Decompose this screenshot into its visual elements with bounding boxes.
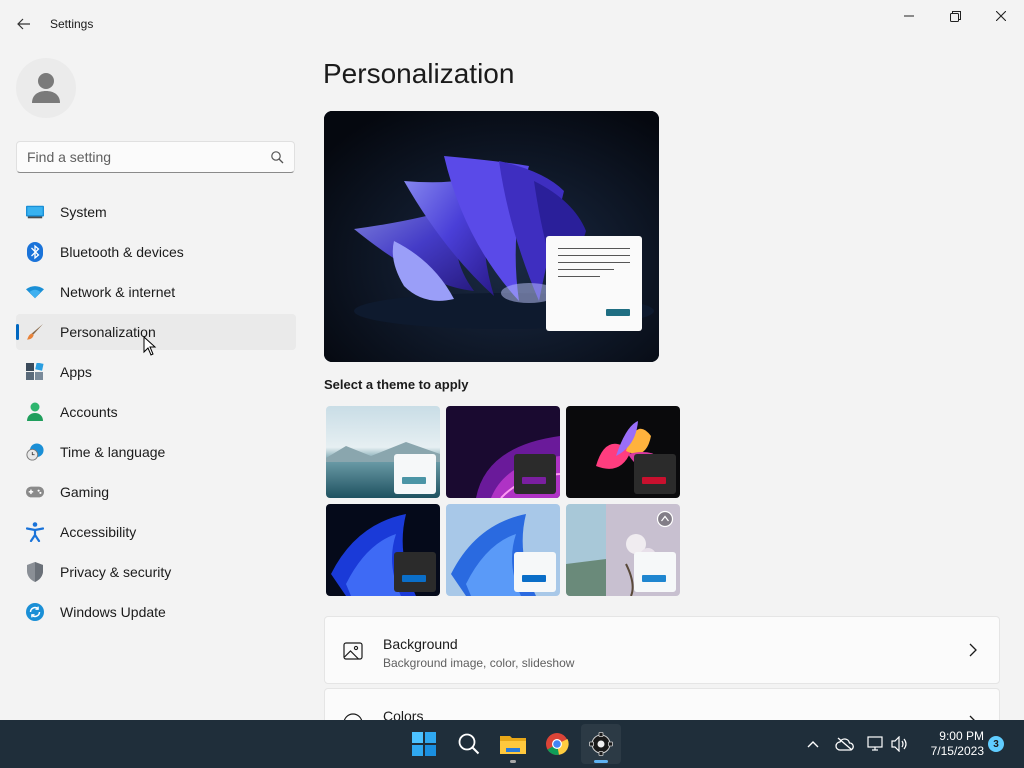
theme-tile-captured-motion[interactable]: [566, 406, 680, 498]
sidebar-nav: System Bluetooth & devices Network & int…: [16, 194, 296, 634]
back-arrow-icon: [17, 18, 30, 30]
sidebar-item-time-language[interactable]: Time & language: [16, 434, 296, 470]
theme-tile-glow-dark[interactable]: [446, 406, 560, 498]
network-tray[interactable]: [866, 734, 886, 754]
close-icon: [996, 11, 1006, 21]
sidebar-item-accounts[interactable]: Accounts: [16, 394, 296, 430]
clock-date: 7/15/2023: [930, 744, 984, 758]
bluetooth-icon: [26, 242, 44, 262]
preview-window-card: [546, 236, 642, 331]
sidebar-item-windows-update[interactable]: Windows Update: [16, 594, 296, 630]
notification-badge[interactable]: 3: [988, 736, 1004, 752]
theme-tile-glow[interactable]: [326, 406, 440, 498]
background-card[interactable]: Background Background image, color, slid…: [324, 616, 1000, 684]
taskbar-settings[interactable]: [581, 724, 621, 764]
network-icon: [867, 736, 883, 751]
sidebar-item-privacy[interactable]: Privacy & security: [16, 554, 296, 590]
clock[interactable]: 9:00 PM 7/15/2023: [914, 729, 984, 759]
chrome-icon: [546, 733, 569, 755]
restore-icon: [949, 10, 961, 22]
taskbar-file-explorer[interactable]: [493, 724, 533, 764]
close-button[interactable]: [978, 0, 1024, 32]
search-input[interactable]: [17, 142, 257, 172]
card-title: Background: [383, 636, 458, 652]
sidebar-item-label: System: [60, 204, 107, 220]
time-language-icon: [26, 443, 44, 461]
sidebar-item-label: Personalization: [60, 324, 156, 340]
onedrive-offline-icon: [835, 737, 854, 751]
theme-tile-spotlight[interactable]: [566, 504, 680, 596]
gamepad-icon: [26, 483, 44, 501]
accounts-icon: [26, 402, 44, 421]
clock-time: 9:00 PM: [939, 729, 984, 743]
theme-tile-windows-dark[interactable]: [326, 504, 440, 596]
mouse-cursor-icon: [143, 336, 157, 356]
sidebar-item-apps[interactable]: Apps: [16, 354, 296, 390]
sidebar-item-accessibility[interactable]: Accessibility: [16, 514, 296, 550]
taskbar: 9:00 PM 7/15/2023 3: [0, 720, 1024, 768]
theme-accent: [642, 575, 666, 582]
sidebar-item-label: Accounts: [60, 404, 118, 420]
sidebar-item-gaming[interactable]: Gaming: [16, 474, 296, 510]
file-explorer-icon: [500, 736, 526, 754]
windows-start-icon: [412, 732, 436, 756]
sidebar-item-label: Time & language: [60, 444, 166, 460]
image-icon: [343, 642, 363, 660]
chevron-up-icon: [807, 741, 819, 748]
themes-section-label: Select a theme to apply: [324, 377, 469, 392]
minimize-icon: [904, 15, 914, 17]
sidebar-item-label: Network & internet: [60, 284, 176, 300]
system-icon: [26, 203, 44, 221]
onedrive-tray[interactable]: [835, 734, 855, 754]
back-button[interactable]: [10, 10, 38, 38]
user-silhouette-icon: [32, 73, 60, 103]
show-hidden-icons-button[interactable]: [803, 734, 823, 754]
taskbar-chrome[interactable]: [537, 724, 577, 764]
theme-accent: [522, 477, 546, 484]
app-title: Settings: [50, 17, 94, 31]
sidebar-item-label: Windows Update: [60, 604, 166, 620]
sidebar-item-system[interactable]: System: [16, 194, 296, 230]
search-icon[interactable]: [270, 150, 284, 164]
start-button[interactable]: [404, 724, 444, 764]
search-icon: [458, 733, 480, 755]
restore-button[interactable]: [932, 0, 978, 32]
sidebar-item-label: Accessibility: [60, 524, 137, 540]
sidebar-item-bluetooth[interactable]: Bluetooth & devices: [16, 234, 296, 270]
accessibility-icon: [26, 522, 44, 542]
sidebar-item-network[interactable]: Network & internet: [16, 274, 296, 310]
theme-accent: [522, 575, 546, 582]
theme-accent: [402, 477, 426, 484]
theme-preview: [324, 111, 659, 362]
page-title: Personalization: [323, 58, 515, 89]
title-bar: Settings: [0, 0, 1024, 48]
theme-accent: [402, 575, 426, 582]
settings-gear-icon: [589, 732, 613, 756]
avatar[interactable]: [16, 58, 76, 118]
paintbrush-icon: [26, 323, 44, 341]
volume-tray[interactable]: [890, 734, 910, 754]
spotlight-icon: [656, 510, 674, 528]
theme-tile-windows-light[interactable]: [446, 504, 560, 596]
apps-icon: [26, 363, 44, 381]
shield-icon: [26, 562, 44, 582]
wifi-icon: [26, 283, 44, 301]
search-box[interactable]: [16, 141, 295, 173]
sidebar-item-label: Bluetooth & devices: [60, 244, 184, 260]
sidebar-item-label: Privacy & security: [60, 564, 172, 580]
card-subtitle: Background image, color, slideshow: [383, 656, 575, 670]
theme-accent: [642, 477, 666, 484]
sidebar-item-label: Apps: [60, 364, 92, 380]
taskbar-search-button[interactable]: [449, 724, 489, 764]
volume-icon: [891, 736, 907, 752]
chevron-right-icon: [969, 643, 977, 657]
minimize-button[interactable]: [886, 0, 932, 32]
sidebar-item-label: Gaming: [60, 484, 110, 500]
update-icon: [26, 603, 44, 621]
